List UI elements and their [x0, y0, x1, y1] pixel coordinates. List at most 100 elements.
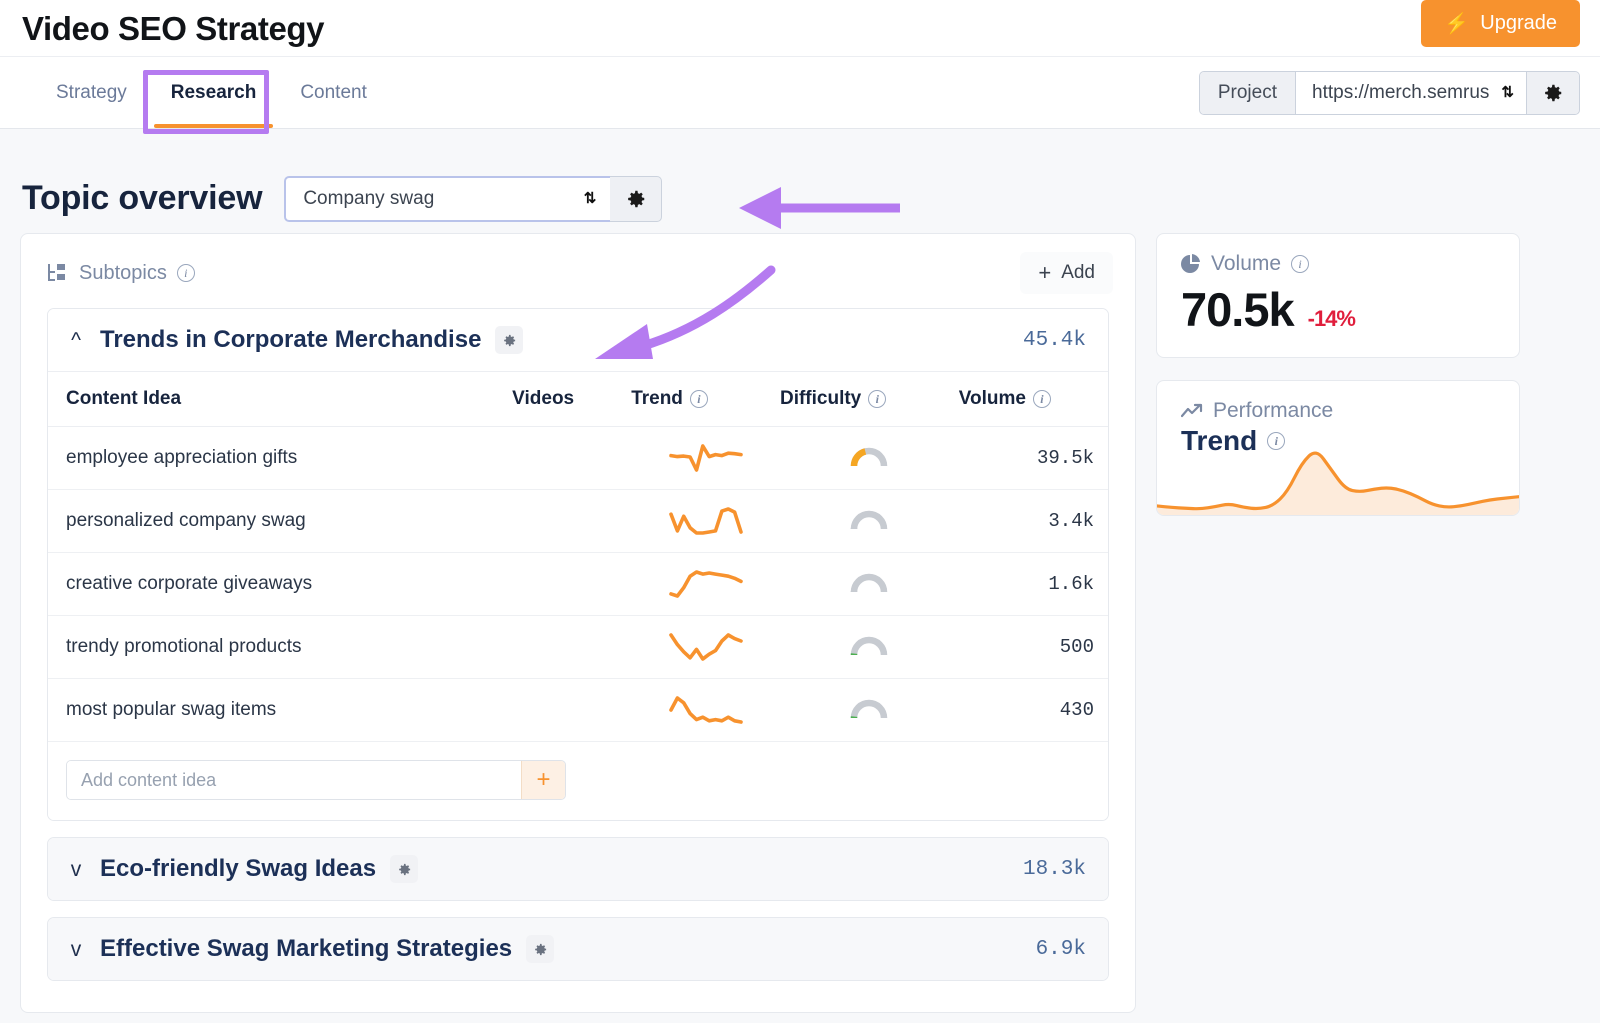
- cell-difficulty: [779, 426, 959, 490]
- table-row[interactable]: trendy promotional products 500: [48, 615, 1108, 679]
- tab-content[interactable]: Content: [278, 57, 389, 128]
- col-volume-label: Volume: [958, 388, 1026, 409]
- gear-icon: [504, 334, 516, 346]
- project-label: Project: [1199, 71, 1295, 114]
- subtopic-title: Trends in Corporate Merchandise: [100, 326, 482, 353]
- page-body: Topic overview Company swag ⇅ Subtopics …: [0, 129, 1600, 1023]
- subtopic-header-effective[interactable]: v Effective Swag Marketing Strategies 6.…: [48, 918, 1108, 980]
- cell-volume: 500: [958, 615, 1108, 679]
- col-content-idea: Content Idea: [48, 371, 513, 427]
- table-row[interactable]: creative corporate giveaways 1.6k: [48, 552, 1108, 616]
- subtopic-header-trends[interactable]: ^ Trends in Corporate Merchandise 45.4k: [48, 309, 1108, 371]
- cell-content-idea: creative corporate giveaways: [48, 552, 513, 616]
- difficulty-gauge-icon: [851, 510, 888, 530]
- gear-icon: [627, 190, 645, 207]
- col-difficulty: Difficulty i: [779, 371, 959, 427]
- sidebar: Volume i 70.5k -14% Performance Trend i: [1156, 233, 1520, 516]
- cell-volume: 430: [958, 678, 1108, 742]
- upgrade-button[interactable]: ⚡ Upgrade: [1421, 0, 1580, 47]
- project-select[interactable]: https://merch.semrus ⇅: [1295, 71, 1527, 114]
- table-body: employee appreciation gifts 39.5k persona…: [48, 426, 1108, 742]
- tab-bar: Strategy Research Content Project https:…: [0, 57, 1600, 129]
- cell-trend: [631, 426, 780, 490]
- cell-content-idea: trendy promotional products: [48, 615, 513, 679]
- volume-card-label: Volume: [1211, 252, 1282, 275]
- cell-content-idea: most popular swag items: [48, 678, 513, 742]
- info-icon[interactable]: i: [176, 264, 195, 282]
- performance-card: Performance Trend i: [1156, 380, 1520, 516]
- subtopic-group-eco: v Eco-friendly Swag Ideas 18.3k: [47, 837, 1109, 901]
- subtopics-header: Subtopics i + Add: [21, 234, 1135, 308]
- chevron-down-icon[interactable]: v: [66, 859, 86, 880]
- subtopic-settings-button[interactable]: [390, 855, 419, 883]
- title-bar: Video SEO Strategy ⚡ Upgrade: [0, 0, 1600, 57]
- topic-select[interactable]: Company swag ⇅: [284, 175, 611, 222]
- cell-difficulty: [779, 678, 959, 742]
- topic-settings-button[interactable]: [610, 175, 663, 222]
- add-subtopic-label: Add: [1061, 262, 1095, 283]
- subtopic-title: Eco-friendly Swag Ideas: [100, 855, 377, 882]
- tab-list: Strategy Research Content: [34, 57, 389, 128]
- topic-picker: Company swag ⇅: [284, 175, 663, 222]
- volume-value: 70.5k: [1181, 283, 1295, 336]
- subtopic-header-eco[interactable]: v Eco-friendly Swag Ideas 18.3k: [48, 838, 1108, 900]
- difficulty-gauge-icon: [851, 447, 888, 467]
- chevron-down-icon[interactable]: v: [66, 939, 86, 960]
- cell-trend: [631, 552, 780, 616]
- cell-content-idea: personalized company swag: [48, 489, 513, 553]
- difficulty-gauge-icon: [851, 699, 888, 719]
- cell-videos: [512, 426, 632, 490]
- performance-card-header: Performance: [1181, 399, 1497, 423]
- info-icon[interactable]: i: [689, 390, 708, 408]
- chevron-updown-icon: ⇅: [583, 190, 597, 207]
- volume-value-row: 70.5k -14%: [1181, 282, 1497, 337]
- difficulty-gauge-icon: [851, 573, 888, 593]
- pie-chart-icon: [1181, 254, 1200, 273]
- add-content-idea-button[interactable]: +: [521, 761, 565, 799]
- volume-delta: -14%: [1307, 306, 1356, 331]
- cell-content-idea: employee appreciation gifts: [48, 426, 513, 490]
- info-icon[interactable]: i: [1291, 255, 1310, 273]
- cell-videos: [512, 678, 632, 742]
- gear-icon: [534, 943, 546, 955]
- table-row[interactable]: employee appreciation gifts 39.5k: [48, 426, 1108, 490]
- subtopic-volume: 45.4k: [1022, 328, 1086, 352]
- subtopics-title-group: Subtopics i: [47, 262, 195, 285]
- topic-value: Company swag: [303, 187, 435, 209]
- add-content-idea-row: +: [48, 742, 1108, 820]
- add-content-idea-input[interactable]: [67, 761, 521, 799]
- add-subtopic-button[interactable]: + Add: [1020, 252, 1113, 294]
- cell-videos: [512, 552, 632, 616]
- project-settings-button[interactable]: [1527, 71, 1579, 114]
- tab-research[interactable]: Research: [149, 57, 279, 128]
- cell-difficulty: [779, 615, 959, 679]
- subtopic-header-left: ^ Trends in Corporate Merchandise: [66, 326, 524, 354]
- content-columns: Subtopics i + Add ^ Trends in Corporate …: [0, 233, 1600, 1013]
- trend-sparkline: [668, 444, 743, 472]
- trend-sparkline: [668, 696, 743, 724]
- tab-strategy[interactable]: Strategy: [34, 57, 149, 128]
- cell-difficulty: [779, 552, 959, 616]
- add-content-idea-wrap: +: [66, 760, 566, 800]
- table-row[interactable]: most popular swag items 430: [48, 678, 1108, 742]
- cell-videos: [512, 489, 632, 553]
- cell-volume: 39.5k: [958, 426, 1108, 490]
- project-selector-group: Project https://merch.semrus ⇅: [1198, 70, 1580, 115]
- cell-trend: [631, 678, 780, 742]
- topic-overview-title: Topic overview: [22, 179, 263, 217]
- cell-trend: [631, 615, 780, 679]
- subtopics-label: Subtopics: [79, 261, 167, 284]
- subtopic-settings-button[interactable]: [495, 326, 524, 354]
- chevron-up-icon[interactable]: ^: [66, 330, 86, 351]
- volume-card: Volume i 70.5k -14%: [1156, 233, 1520, 358]
- info-icon[interactable]: i: [868, 390, 887, 408]
- table-row[interactable]: personalized company swag 3.4k: [48, 489, 1108, 553]
- lightning-bolt-icon: ⚡: [1444, 12, 1470, 35]
- plus-icon: +: [1038, 260, 1052, 285]
- cell-difficulty: [779, 489, 959, 553]
- trending-up-icon: [1181, 403, 1203, 418]
- info-icon[interactable]: i: [1032, 390, 1051, 408]
- content-ideas-table: Content Idea Videos Trend i Difficulty i…: [48, 371, 1108, 742]
- col-volume: Volume i: [958, 371, 1108, 427]
- subtopic-settings-button[interactable]: [526, 935, 555, 963]
